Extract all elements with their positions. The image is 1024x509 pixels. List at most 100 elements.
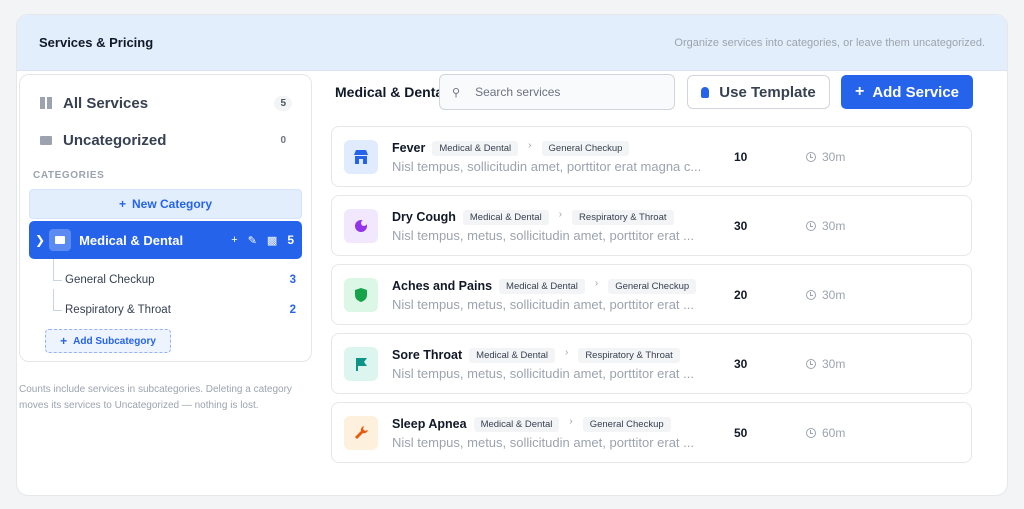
subcategory-tag: Respiratory & Throat [572, 209, 674, 225]
moon-icon [344, 208, 378, 243]
use-template-label: Use Template [719, 83, 816, 101]
subcategory-label: General Checkup [65, 274, 155, 286]
service-description: Nisl tempus, sollicitudin amet, porttito… [392, 159, 702, 174]
page-subtitle: Organize services into categories, or le… [674, 36, 985, 49]
service-duration: 30m [806, 150, 845, 164]
store-icon [344, 139, 378, 174]
chevron-right-icon: › [564, 346, 569, 358]
page-title: Services & Pricing [39, 35, 154, 50]
duration-label: 60m [822, 425, 846, 440]
add-service-button[interactable]: + Add Service [841, 75, 973, 109]
duration-label: 30m [822, 356, 846, 371]
service-price: 50 [734, 425, 748, 440]
category-item-selected[interactable]: ❯ Medical & Dental + ✎ ▩ 5 [29, 221, 302, 259]
subcategory-tag: General Checkup [608, 278, 697, 294]
duration-label: 30m [822, 218, 846, 233]
service-name: Dry Cough [392, 210, 456, 224]
tray-icon [39, 133, 53, 147]
service-list: Fever Medical & Dental › General Checkup… [331, 126, 972, 471]
plus-icon: + [854, 83, 865, 100]
subcategory-item[interactable]: Respiratory & Throat 2 [29, 289, 302, 325]
add-subcategory-label: Add Subcategory [73, 335, 156, 347]
category-count: 5 [287, 233, 294, 247]
flag-icon [344, 346, 378, 381]
lightbulb-icon [701, 86, 710, 98]
new-category-button[interactable]: + New Category [29, 189, 302, 219]
subcategory-count: 2 [289, 304, 296, 316]
search-icon: ⚲ [452, 86, 461, 99]
new-category-label: New Category [131, 197, 213, 211]
service-price: 30 [734, 218, 748, 233]
header-bar: Services & Pricing Organize services int… [17, 15, 1007, 71]
service-row[interactable]: Sleep Apnea Medical & Dental › General C… [331, 402, 972, 463]
clock-icon [806, 151, 816, 162]
service-row[interactable]: Aches and Pains Medical & Dental › Gener… [331, 264, 972, 325]
categories-heading: CATEGORIES [33, 170, 105, 181]
search-input[interactable] [475, 85, 646, 99]
folder-icon [49, 229, 72, 251]
category-tag: Medical & Dental [432, 140, 519, 156]
subcategory-tag: Respiratory & Throat [578, 347, 680, 363]
service-row[interactable]: Dry Cough Medical & Dental › Respiratory… [331, 195, 972, 256]
service-price: 30 [734, 356, 748, 371]
chevron-right-icon: › [528, 139, 532, 151]
wrench-icon [344, 415, 378, 450]
category-sidebar: All Services 5 Uncategorized 0 CATEGORIE… [19, 74, 312, 362]
category-tag: Medical & Dental [499, 278, 585, 294]
service-price: 20 [734, 287, 748, 302]
service-name: Sore Throat [392, 348, 463, 362]
service-row[interactable]: Fever Medical & Dental › General Checkup… [331, 126, 972, 187]
service-duration: 30m [806, 288, 845, 302]
add-service-label: Add Service [872, 83, 960, 101]
add-subcategory-button[interactable]: + Add Subcategory [45, 329, 171, 353]
sidebar-item-label: Uncategorized [63, 131, 167, 149]
clock-icon [806, 289, 816, 300]
chevron-right-icon: › [569, 415, 573, 427]
service-name: Sleep Apnea [392, 417, 467, 431]
grid-icon [39, 96, 53, 110]
service-duration: 30m [806, 357, 845, 371]
category-tag: Medical & Dental [473, 416, 560, 432]
add-icon[interactable]: + [231, 234, 237, 246]
count-badge: 0 [280, 134, 286, 146]
sidebar-item-label: All Services [63, 94, 149, 112]
service-name: Aches and Pains [392, 279, 493, 293]
shield-icon [344, 277, 378, 312]
trash-icon[interactable]: ▩ [267, 234, 277, 247]
category-tag: Medical & Dental [462, 209, 549, 225]
sidebar-item-uncategorized[interactable]: Uncategorized 0 [29, 124, 302, 156]
chevron-right-icon: › [558, 208, 563, 220]
search-box[interactable]: ⚲ [439, 74, 675, 110]
subcategory-item[interactable]: General Checkup 3 [29, 259, 302, 295]
edit-icon[interactable]: ✎ [248, 234, 257, 247]
service-description: Nisl tempus, metus, sollicitudin amet, p… [392, 435, 694, 450]
service-duration: 30m [806, 219, 845, 233]
category-title: Medical & Dental [335, 84, 440, 100]
plus-icon: + [60, 334, 68, 348]
clock-icon [806, 220, 816, 231]
clock-icon [806, 358, 816, 369]
count-badge: 5 [274, 95, 292, 111]
chevron-right-icon: › [594, 277, 599, 289]
sidebar-item-all-services[interactable]: All Services 5 [29, 87, 302, 119]
sidebar-note: Counts include services in subcategories… [19, 384, 292, 411]
chevron-down-icon[interactable]: ❯ [35, 233, 45, 247]
subcategory-count: 3 [289, 274, 296, 286]
use-template-button[interactable]: Use Template [687, 75, 830, 109]
service-description: Nisl tempus, metus, sollicitudin amet, p… [392, 297, 694, 312]
plus-icon: + [118, 197, 126, 211]
service-duration: 60m [806, 426, 845, 440]
clock-icon [806, 427, 816, 438]
subcategory-tag: General Checkup [541, 140, 630, 156]
service-description: Nisl tempus, metus, sollicitudin amet, p… [392, 228, 694, 243]
subcategory-label: Respiratory & Throat [65, 304, 171, 316]
category-tag: Medical & Dental [469, 347, 555, 363]
service-row[interactable]: Sore Throat Medical & Dental › Respirato… [331, 333, 972, 394]
category-label: Medical & Dental [79, 232, 184, 248]
duration-label: 30m [822, 287, 846, 302]
service-description: Nisl tempus, metus, sollicitudin amet, p… [392, 366, 694, 381]
duration-label: 30m [822, 149, 846, 164]
main-toolbar: Medical & Dental ⚲ Use Template + Add Se… [335, 74, 975, 110]
service-name: Fever [392, 141, 426, 155]
service-price: 10 [734, 149, 748, 164]
